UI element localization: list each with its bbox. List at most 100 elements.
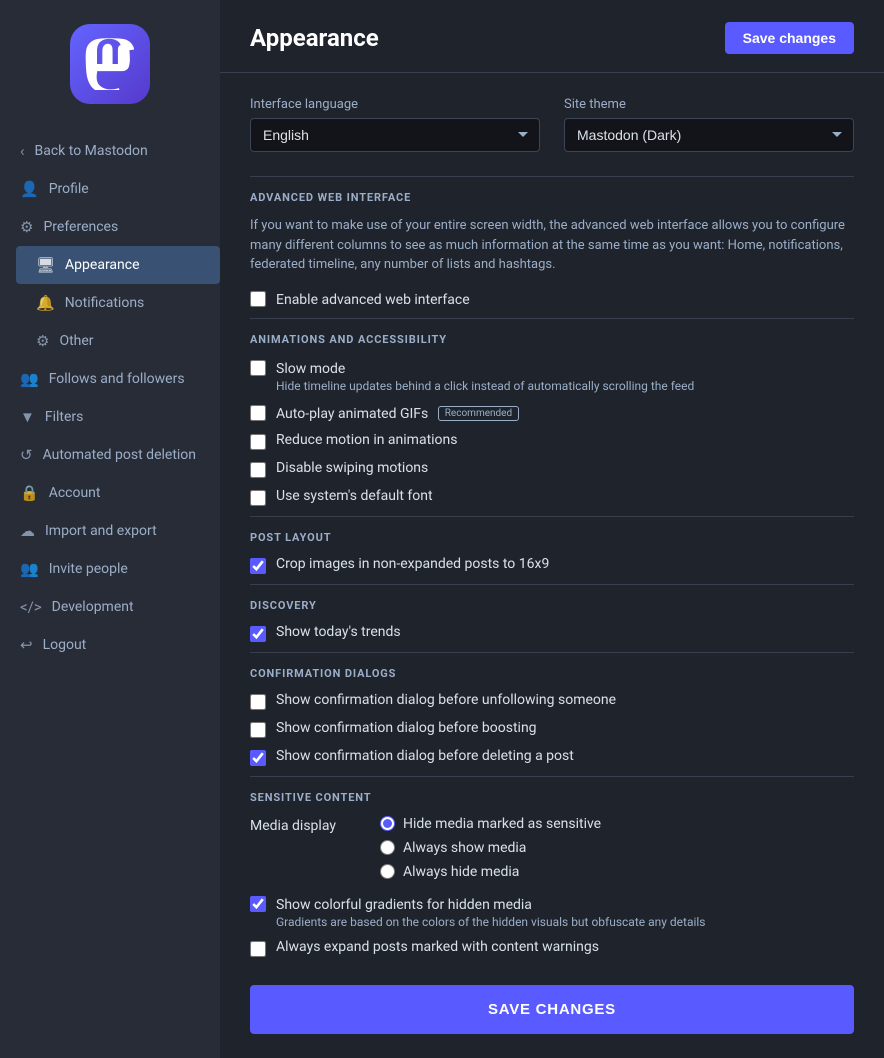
always-show-radio[interactable]	[380, 840, 395, 855]
nav-item-filters[interactable]: ▼ Filters	[0, 398, 220, 436]
nav-link-notifications[interactable]: 🔔 Notifications	[16, 284, 220, 322]
save-changes-top-button[interactable]: Save changes	[725, 22, 854, 54]
nav-item-appearance[interactable]: 🖥 Appearance	[0, 246, 220, 284]
checkbox-confirm-boost: Show confirmation dialog before boosting	[250, 720, 854, 738]
nav-item-follows[interactable]: 👥 Follows and followers	[0, 360, 220, 398]
nav-link-invite[interactable]: 👥 Invite people	[0, 550, 220, 588]
nav-item-other[interactable]: ⚙ Other	[0, 322, 220, 360]
nav-label-development: Development	[52, 599, 134, 615]
nav-label-follows: Follows and followers	[49, 371, 185, 387]
checkbox-disable-swiping: Disable swiping motions	[250, 460, 854, 478]
main-content: Appearance Save changes Interface langua…	[220, 0, 884, 1058]
nav-link-back[interactable]: ‹ Back to Mastodon	[0, 132, 220, 170]
nav-item-preferences[interactable]: ⚙ Preferences	[0, 208, 220, 246]
nav-item-profile[interactable]: 👤 Profile	[0, 170, 220, 208]
theme-select[interactable]: Mastodon (Dark) Mastodon (Light) Mastodo…	[564, 118, 854, 152]
media-display-label: Media display	[250, 816, 360, 880]
disable-swiping-checkbox[interactable]	[250, 462, 266, 478]
enable-advanced-checkbox[interactable]	[250, 291, 266, 307]
section-advanced-desc: If you want to make use of your entire s…	[250, 216, 854, 275]
enable-advanced-label[interactable]: Enable advanced web interface	[276, 292, 470, 308]
confirm-unfollow-checkbox[interactable]	[250, 694, 266, 710]
confirm-boost-checkbox[interactable]	[250, 722, 266, 738]
development-icon: </>	[20, 598, 42, 616]
theme-group: Site theme Mastodon (Dark) Mastodon (Lig…	[564, 97, 854, 152]
nav-item-notifications[interactable]: 🔔 Notifications	[0, 284, 220, 322]
checkbox-crop-images: Crop images in non-expanded posts to 16x…	[250, 556, 854, 574]
nav-link-appearance[interactable]: 🖥 Appearance	[16, 246, 220, 284]
checkbox-colorful-gradients: Show colorful gradients for hidden media…	[250, 894, 854, 929]
expand-cw-checkbox[interactable]	[250, 941, 266, 957]
other-icon: ⚙	[36, 332, 49, 350]
always-hide-label[interactable]: Always hide media	[403, 864, 519, 880]
radio-always-hide: Always hide media	[380, 864, 601, 880]
nav-link-follows[interactable]: 👥 Follows and followers	[0, 360, 220, 398]
logo	[70, 24, 150, 104]
nav-label-import-export: Import and export	[45, 523, 157, 539]
nav-link-other[interactable]: ⚙ Other	[16, 322, 220, 360]
nav-link-preferences[interactable]: ⚙ Preferences	[0, 208, 220, 246]
confirm-boost-label[interactable]: Show confirmation dialog before boosting	[276, 720, 537, 736]
checkbox-confirm-unfollow: Show confirmation dialog before unfollow…	[250, 692, 854, 710]
reduce-motion-label[interactable]: Reduce motion in animations	[276, 432, 458, 448]
nav-list: ‹ Back to Mastodon 👤 Profile ⚙ Preferenc…	[0, 132, 220, 664]
nav-link-account[interactable]: 🔒 Account	[0, 474, 220, 512]
system-font-checkbox[interactable]	[250, 490, 266, 506]
save-changes-bottom-button[interactable]: SAVE CHANGES	[250, 985, 854, 1034]
crop-images-label[interactable]: Crop images in non-expanded posts to 16x…	[276, 556, 549, 572]
language-label: Interface language	[250, 97, 540, 112]
crop-images-checkbox[interactable]	[250, 558, 266, 574]
confirm-delete-label[interactable]: Show confirmation dialog before deleting…	[276, 748, 574, 764]
filters-icon: ▼	[20, 408, 35, 426]
media-display-section: Media display Hide media marked as sensi…	[250, 816, 854, 880]
reduce-motion-checkbox[interactable]	[250, 434, 266, 450]
colorful-gradients-label[interactable]: Show colorful gradients for hidden media	[276, 897, 532, 913]
nav-item-development[interactable]: </> Development	[0, 588, 220, 626]
language-group: Interface language English Deutsch Españ…	[250, 97, 540, 152]
nav-label-notifications: Notifications	[65, 295, 145, 311]
confirm-unfollow-label[interactable]: Show confirmation dialog before unfollow…	[276, 692, 616, 708]
nav-link-profile[interactable]: 👤 Profile	[0, 170, 220, 208]
nav-label-other: Other	[59, 333, 93, 349]
confirm-delete-checkbox[interactable]	[250, 750, 266, 766]
slow-mode-label[interactable]: Slow mode	[276, 361, 345, 377]
follows-icon: 👥	[20, 370, 39, 388]
language-select[interactable]: English Deutsch Español Français	[250, 118, 540, 152]
nav-item-invite[interactable]: 👥 Invite people	[0, 550, 220, 588]
slow-mode-checkbox[interactable]	[250, 360, 266, 376]
hide-sensitive-label[interactable]: Hide media marked as sensitive	[403, 816, 601, 832]
hide-sensitive-radio[interactable]	[380, 816, 395, 831]
nav-label-account: Account	[49, 485, 101, 501]
nav-label-appearance: Appearance	[65, 257, 139, 273]
nav-link-filters[interactable]: ▼ Filters	[0, 398, 220, 436]
settings-content: Interface language English Deutsch Españ…	[220, 73, 884, 1058]
autoplay-gifs-checkbox[interactable]	[250, 405, 266, 421]
nav-label-filters: Filters	[45, 409, 84, 425]
autoplay-gifs-label[interactable]: Auto-play animated GIFs Recommended	[276, 406, 519, 422]
system-font-label[interactable]: Use system's default font	[276, 488, 433, 504]
nav-link-development[interactable]: </> Development	[0, 588, 220, 626]
expand-cw-label[interactable]: Always expand posts marked with content …	[276, 939, 599, 955]
slow-mode-sublabel: Hide timeline updates behind a click ins…	[276, 379, 694, 393]
show-trends-label[interactable]: Show today's trends	[276, 624, 401, 640]
nav-item-logout[interactable]: ↩ Logout	[0, 626, 220, 664]
show-trends-checkbox[interactable]	[250, 626, 266, 642]
nav-item-import-export[interactable]: ☁ Import and export	[0, 512, 220, 550]
nav-label-auto-delete: Automated post deletion	[43, 447, 196, 463]
section-discovery-header: Discovery	[250, 584, 854, 624]
colorful-gradients-checkbox[interactable]	[250, 896, 266, 912]
nav-link-import-export[interactable]: ☁ Import and export	[0, 512, 220, 550]
section-advanced-header: Advanced Web Interface	[250, 176, 854, 216]
always-show-label[interactable]: Always show media	[403, 840, 526, 856]
nav-link-auto-delete[interactable]: ↺ Automated post deletion	[0, 436, 220, 474]
always-hide-radio[interactable]	[380, 864, 395, 879]
nav-item-auto-delete[interactable]: ↺ Automated post deletion	[0, 436, 220, 474]
logout-icon: ↩	[20, 636, 33, 654]
preferences-icon: ⚙	[20, 218, 33, 236]
nav-link-logout[interactable]: ↩ Logout	[0, 626, 220, 664]
radio-hide-sensitive: Hide media marked as sensitive	[380, 816, 601, 832]
nav-item-back[interactable]: ‹ Back to Mastodon	[0, 132, 220, 170]
disable-swiping-label[interactable]: Disable swiping motions	[276, 460, 428, 476]
nav-item-account[interactable]: 🔒 Account	[0, 474, 220, 512]
back-icon: ‹	[20, 142, 25, 160]
